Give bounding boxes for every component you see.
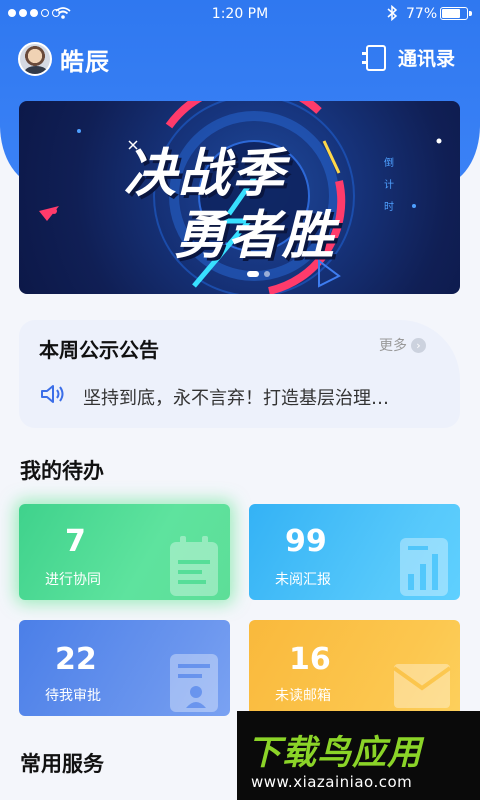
battery-percent: 77% (406, 6, 438, 22)
todo-card-approvals[interactable]: 22 待我审批 (19, 620, 230, 716)
report-chart-icon (400, 538, 448, 596)
notice-panel[interactable]: 本周公示公告 更多 › 坚持到底，永不言弃！打造基层治理… (19, 320, 460, 428)
clipboard-icon (170, 536, 218, 596)
notice-more-link[interactable]: 更多 › (379, 335, 426, 355)
battery-icon (440, 7, 472, 20)
card-count: 99 (285, 524, 327, 559)
card-label: 进行协同 (45, 572, 101, 588)
speaker-icon (41, 385, 64, 403)
bluetooth-icon (387, 5, 398, 21)
notice-text[interactable]: 坚持到底，永不言弃！打造基层治理… (83, 384, 443, 410)
contacts-button[interactable]: 通讯录 (362, 44, 456, 71)
chevron-right-icon: › (411, 337, 426, 353)
watermark-overlay: 下载鸟应用 www.xiazainiao.com (237, 711, 480, 800)
banner-pager[interactable] (247, 271, 270, 277)
promo-banner[interactable]: 决战季 勇者胜 倒计时 (19, 101, 460, 294)
pager-dot[interactable] (264, 271, 270, 277)
banner-vertical-text: 倒计时 (384, 158, 394, 213)
card-count: 7 (65, 524, 86, 559)
services-section-title: 常用服务 (20, 752, 104, 776)
card-count: 16 (289, 642, 331, 677)
card-label: 待我审批 (45, 688, 101, 704)
watermark-text: 下载鸟应用 (247, 733, 422, 773)
contacts-label: 通讯录 (398, 48, 456, 70)
watermark-url: www.xiazainiao.com (251, 773, 413, 791)
notice-title: 本周公示公告 (39, 338, 159, 362)
user-avatar[interactable] (18, 42, 52, 76)
todo-card-reports[interactable]: 99 未阅汇报 (249, 504, 460, 600)
card-label: 未阅汇报 (275, 572, 331, 588)
approval-doc-icon (170, 654, 218, 712)
todo-card-mailbox[interactable]: 16 未读邮箱 (249, 620, 460, 716)
user-name[interactable]: 皓辰 (60, 42, 110, 77)
status-bar: 1:20 PM 77% (0, 0, 480, 28)
more-label: 更多 (379, 338, 407, 354)
banner-headline-2: 勇者胜 (174, 206, 337, 266)
pager-dot-active[interactable] (247, 271, 259, 277)
card-label: 未读邮箱 (275, 688, 331, 704)
envelope-icon (392, 664, 452, 708)
card-count: 22 (55, 642, 97, 677)
todo-card-collaboration[interactable]: 7 进行协同 (19, 504, 230, 600)
address-book-icon (362, 44, 386, 71)
todo-section-title: 我的待办 (20, 459, 104, 483)
